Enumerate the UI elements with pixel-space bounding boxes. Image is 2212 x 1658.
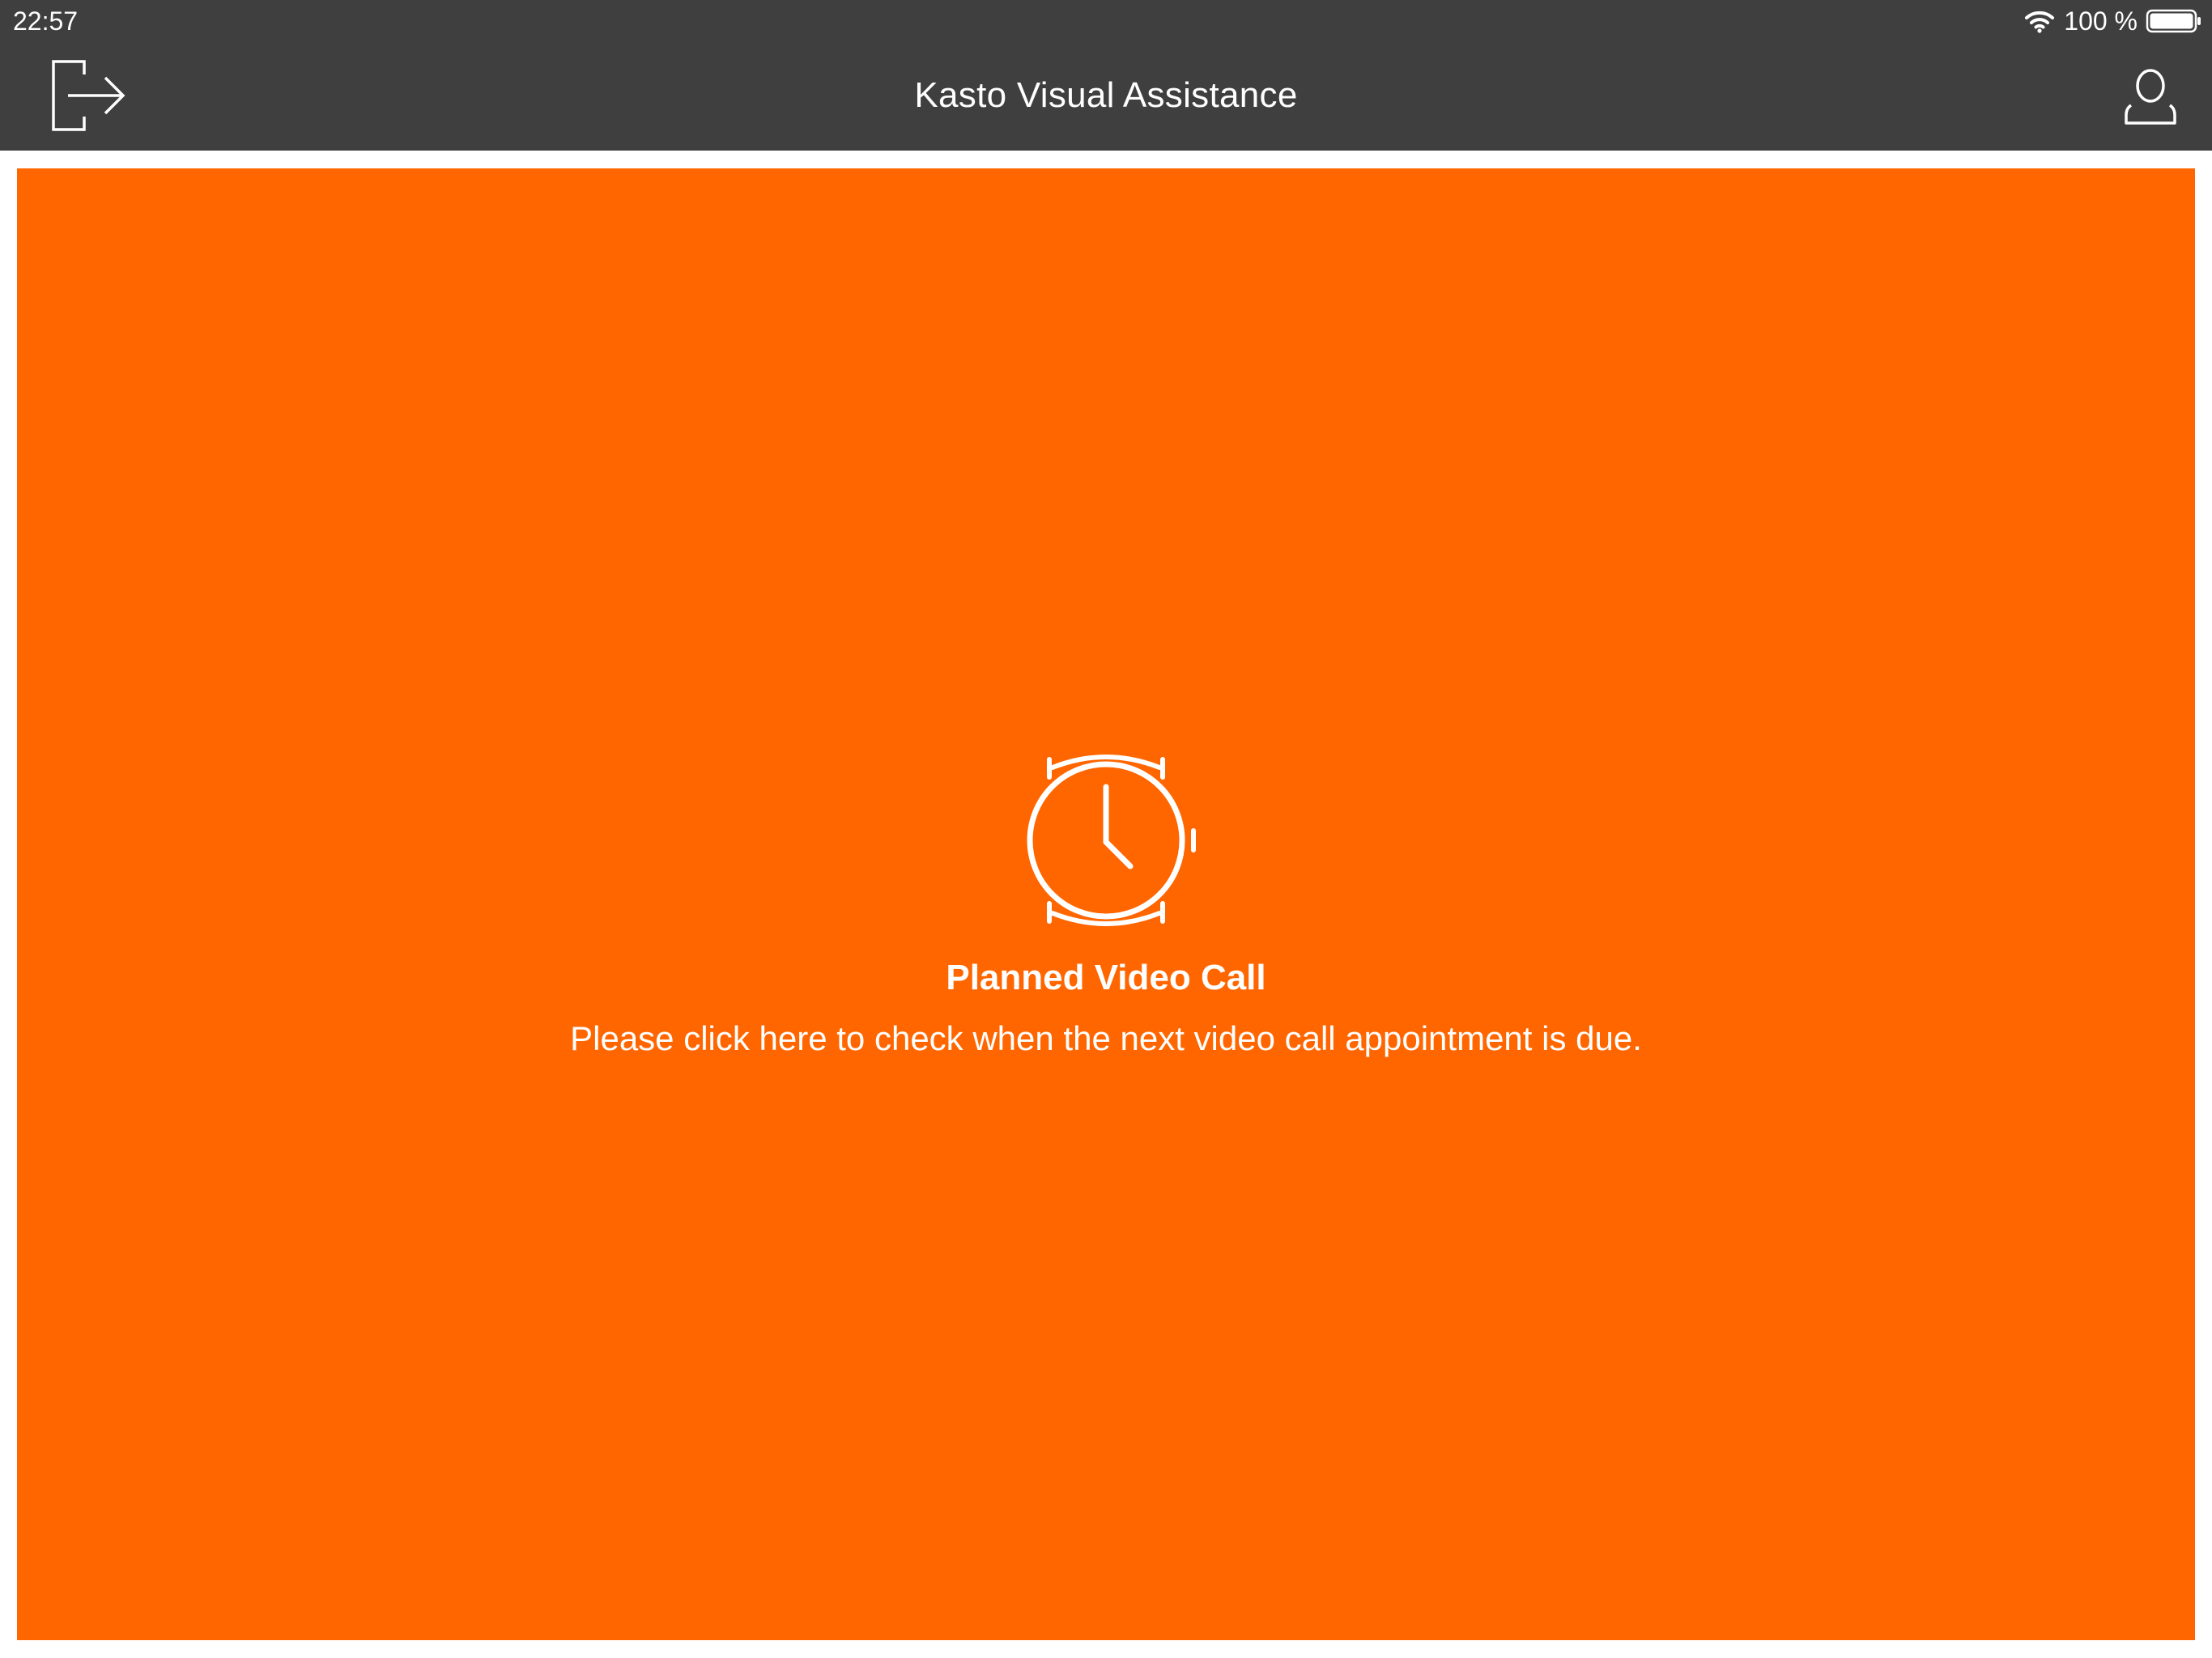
battery-percentage: 100 % [2064, 6, 2138, 36]
planned-video-call-content: Planned Video Call Please click here to … [17, 743, 2195, 1061]
planned-video-call-description: Please click here to check when the next… [570, 1019, 1642, 1057]
watch-icon [17, 743, 2195, 937]
profile-button[interactable] [2121, 68, 2180, 126]
status-time: 22:57 [13, 6, 79, 36]
wifi-icon [2023, 8, 2056, 34]
status-bar: 22:57 100 % [0, 0, 2212, 40]
planned-video-call-title: Planned Video Call [946, 958, 1266, 997]
user-profile-icon [2121, 69, 2180, 130]
status-indicators: 100 % [2023, 5, 2202, 37]
navigation-bar: Kasto Visual Assistance [0, 40, 2212, 151]
planned-video-call-panel[interactable]: Planned Video Call Please click here to … [17, 168, 2195, 1640]
battery-icon [2146, 8, 2202, 34]
app-title: Kasto Visual Assistance [914, 75, 1298, 115]
